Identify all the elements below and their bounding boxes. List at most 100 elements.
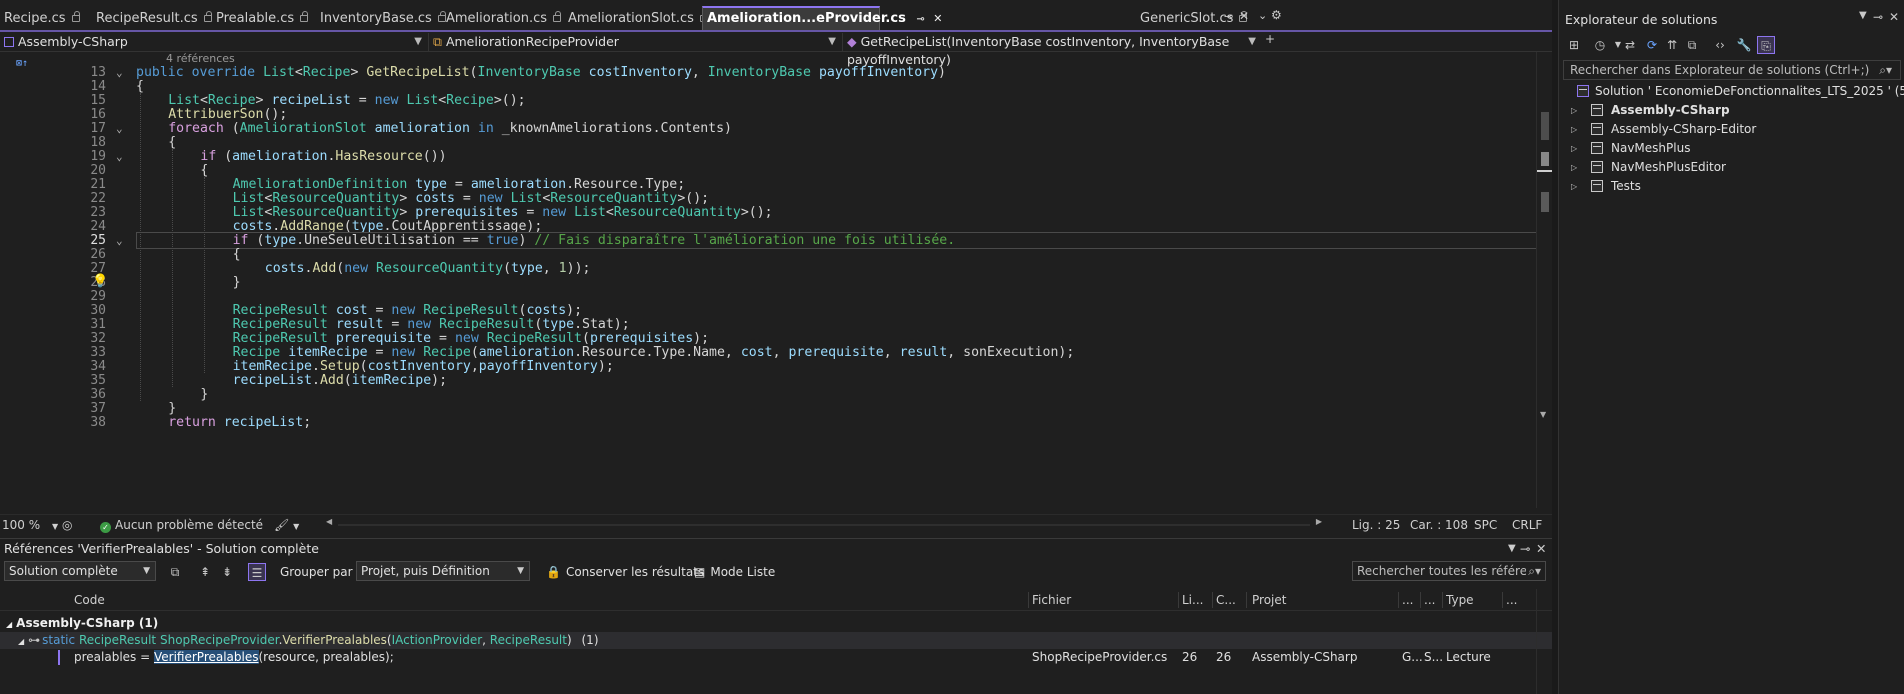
tab-prealable[interactable]: Prealable.cs xyxy=(212,8,312,30)
column-divider[interactable] xyxy=(1398,592,1399,608)
code-line[interactable]: } xyxy=(200,387,208,402)
column-type[interactable]: Type xyxy=(1446,589,1496,611)
close-icon[interactable]: ✕ xyxy=(1536,539,1546,559)
tab-recipe-result[interactable]: RecipeResult.cs xyxy=(92,8,216,30)
settings-icon[interactable]: ⚙ xyxy=(1271,8,1282,22)
solution-search-input[interactable]: Rechercher dans Explorateur de solutions… xyxy=(1563,60,1901,80)
refresh-icon[interactable]: ⟳ xyxy=(1643,36,1661,54)
reference-result-row[interactable]: prealables = VerifierPrealables(resource… xyxy=(0,649,1552,666)
close-tab-icon[interactable]: ✕ xyxy=(1239,9,1249,23)
group-project-row[interactable]: ◢ Assembly-CSharp (1) xyxy=(0,615,1552,632)
fold-toggle-icon[interactable]: ⌄ xyxy=(116,66,123,79)
column-divider[interactable] xyxy=(1502,592,1503,608)
code-line[interactable]: if (type.UneSeuleUtilisation == true) //… xyxy=(233,233,956,248)
column-divider[interactable] xyxy=(1028,592,1029,608)
column-col[interactable]: C... xyxy=(1216,589,1246,611)
column-divider[interactable] xyxy=(1442,592,1443,608)
code-line[interactable]: { xyxy=(200,163,208,178)
editor-vertical-scrollbar[interactable]: ▼ xyxy=(1536,52,1553,508)
collapse-triangle-icon[interactable]: ◢ xyxy=(18,637,24,646)
code-line[interactable]: RecipeResult cost = new RecipeResult(cos… xyxy=(233,303,582,318)
split-view-icon[interactable]: + xyxy=(1265,32,1275,46)
code-line[interactable]: { xyxy=(136,79,144,94)
code-line[interactable]: { xyxy=(233,247,241,262)
column-divider[interactable] xyxy=(1420,592,1421,608)
code-editor[interactable]: 4 références 13 ⌄ public override List<Rec… xyxy=(0,52,1552,508)
search-icon[interactable]: ⌕▾ xyxy=(1879,61,1892,79)
brush-icon[interactable]: 🖌 ▼ xyxy=(274,517,299,533)
search-icon[interactable]: ⌕▾ xyxy=(1526,562,1541,580)
code-line[interactable]: AmeliorationDefinition type = ameliorati… xyxy=(233,177,686,192)
scroll-right-icon[interactable]: ▶ xyxy=(1316,517,1322,526)
code-line[interactable]: { xyxy=(168,135,176,150)
column-indicator[interactable]: Car. : 108 xyxy=(1410,517,1468,533)
code-line[interactable]: itemRecipe.Setup(costInventory,payoffInv… xyxy=(233,359,614,374)
column-line[interactable]: Li... xyxy=(1182,589,1212,611)
fold-toggle-icon[interactable]: ⌄ xyxy=(116,234,123,247)
tab-amelioration-slot[interactable]: AmeliorationSlot.cs xyxy=(564,8,712,30)
copy-icon[interactable]: ⧉ xyxy=(166,563,184,581)
line-ending-indicator[interactable]: CRLF xyxy=(1512,517,1542,533)
column-project[interactable]: Projet xyxy=(1252,589,1372,611)
column-file[interactable]: Fichier xyxy=(1032,589,1132,611)
pin-icon[interactable]: ⊸ xyxy=(916,14,924,25)
fold-toggle-icon[interactable]: ⌄ xyxy=(116,150,123,163)
panel-menu-icon[interactable]: ▼ xyxy=(1859,10,1867,21)
code-line[interactable]: } xyxy=(233,275,241,290)
column-divider[interactable] xyxy=(1178,592,1179,608)
override-marker-icon[interactable]: ⊠↑ xyxy=(16,58,28,69)
search-references-input[interactable]: Rechercher toutes les référenc ⌕▾ xyxy=(1352,561,1546,581)
code-line[interactable]: AttribuerSon(); xyxy=(168,107,287,122)
code-line[interactable]: RecipeResult prerequisite = new RecipeRe… xyxy=(233,331,709,346)
switch-views-icon[interactable]: ⊞ xyxy=(1565,36,1583,54)
code-line[interactable]: List<Recipe> recipeList = new List<Recip… xyxy=(168,93,525,108)
code-line[interactable]: public override List<Recipe> GetRecipeLi… xyxy=(136,65,946,80)
keep-results-toggle[interactable]: 🔒 Conserver les résultats xyxy=(546,563,704,581)
copilot-icon[interactable]: ◎ xyxy=(62,517,72,533)
previous-location-icon[interactable]: ⇞ xyxy=(196,563,214,581)
code-line[interactable]: List<ResourceQuantity> prerequisites = n… xyxy=(233,205,773,220)
code-line[interactable]: costs.Add(new ResourceQuantity(type, 1))… xyxy=(265,261,591,276)
column-divider[interactable] xyxy=(1246,592,1247,608)
type-dropdown[interactable]: ⧉ AmeliorationRecipeProvider ▼ xyxy=(428,33,842,51)
expand-triangle-icon[interactable]: ▷ xyxy=(1571,101,1577,120)
group-by-dropdown[interactable]: Projet, puis Définition ▼ xyxy=(356,561,530,581)
tab-recipe[interactable]: Recipe.cs xyxy=(0,8,84,30)
column-code[interactable]: Code xyxy=(74,589,174,611)
scroll-thumb[interactable] xyxy=(1541,112,1549,140)
code-line[interactable]: List<ResourceQuantity> costs = new List<… xyxy=(233,191,710,206)
expand-triangle-icon[interactable]: ▷ xyxy=(1571,120,1577,139)
list-mode-toggle[interactable]: ▤ Mode Liste xyxy=(694,563,775,581)
code-line[interactable]: Recipe itemRecipe = new Recipe(ameliorat… xyxy=(233,345,1075,360)
code-line[interactable]: } xyxy=(168,401,176,416)
scroll-down-icon[interactable]: ▼ xyxy=(1540,410,1546,419)
project-dropdown[interactable]: Assembly-CSharp ▼ xyxy=(0,33,428,51)
codelens-references[interactable]: 4 références xyxy=(166,52,235,65)
preview-selected-icon[interactable]: ⎘ xyxy=(1757,36,1775,54)
panel-menu-icon[interactable]: ▼ xyxy=(1508,539,1516,559)
line-indicator[interactable]: Lig. : 25 xyxy=(1352,517,1400,533)
member-dropdown[interactable]: ◆ GetRecipeList(InventoryBase costInvento… xyxy=(842,33,1262,67)
scope-dropdown[interactable]: Solution complète ▼ xyxy=(4,561,156,581)
code-line[interactable]: return recipeList; xyxy=(168,415,311,430)
properties-icon[interactable]: 🔧 xyxy=(1735,36,1753,54)
filter-icon[interactable]: ☰ xyxy=(248,563,266,581)
close-icon[interactable]: ✕ xyxy=(1889,10,1899,24)
close-icon[interactable]: ✕ xyxy=(933,12,942,25)
code-line[interactable]: RecipeResult result = new RecipeResult(t… xyxy=(233,317,630,332)
view-code-icon[interactable]: ‹› xyxy=(1711,36,1729,54)
spacing-indicator[interactable]: SPC xyxy=(1474,517,1497,533)
definition-row[interactable]: ◢ ⊶ static RecipeResult ShopRecipeProvider… xyxy=(0,632,1552,649)
pin-icon[interactable]: ⊸ xyxy=(1520,539,1530,559)
collapse-all-icon[interactable]: ⇈ xyxy=(1663,36,1681,54)
show-all-files-icon[interactable]: ⧉ xyxy=(1683,36,1701,54)
tab-amelioration-recipe-provider[interactable]: Amelioration...eProvider.cs ⊸ ✕ xyxy=(702,6,942,30)
column-extra-3[interactable]: ... xyxy=(1506,589,1526,611)
expand-triangle-icon[interactable]: ▷ xyxy=(1571,177,1577,196)
pin-icon[interactable]: ⊸ xyxy=(1873,10,1883,24)
editor-horizontal-scrollbar[interactable]: ◀ ▶ xyxy=(326,517,1322,531)
tab-overflow-icon[interactable]: ⌄ xyxy=(1258,9,1267,22)
pin-tab-icon[interactable]: ⊸ xyxy=(1224,10,1233,23)
sync-icon[interactable]: ⇄ xyxy=(1621,36,1639,54)
history-icon[interactable]: ◷ xyxy=(1591,36,1609,54)
